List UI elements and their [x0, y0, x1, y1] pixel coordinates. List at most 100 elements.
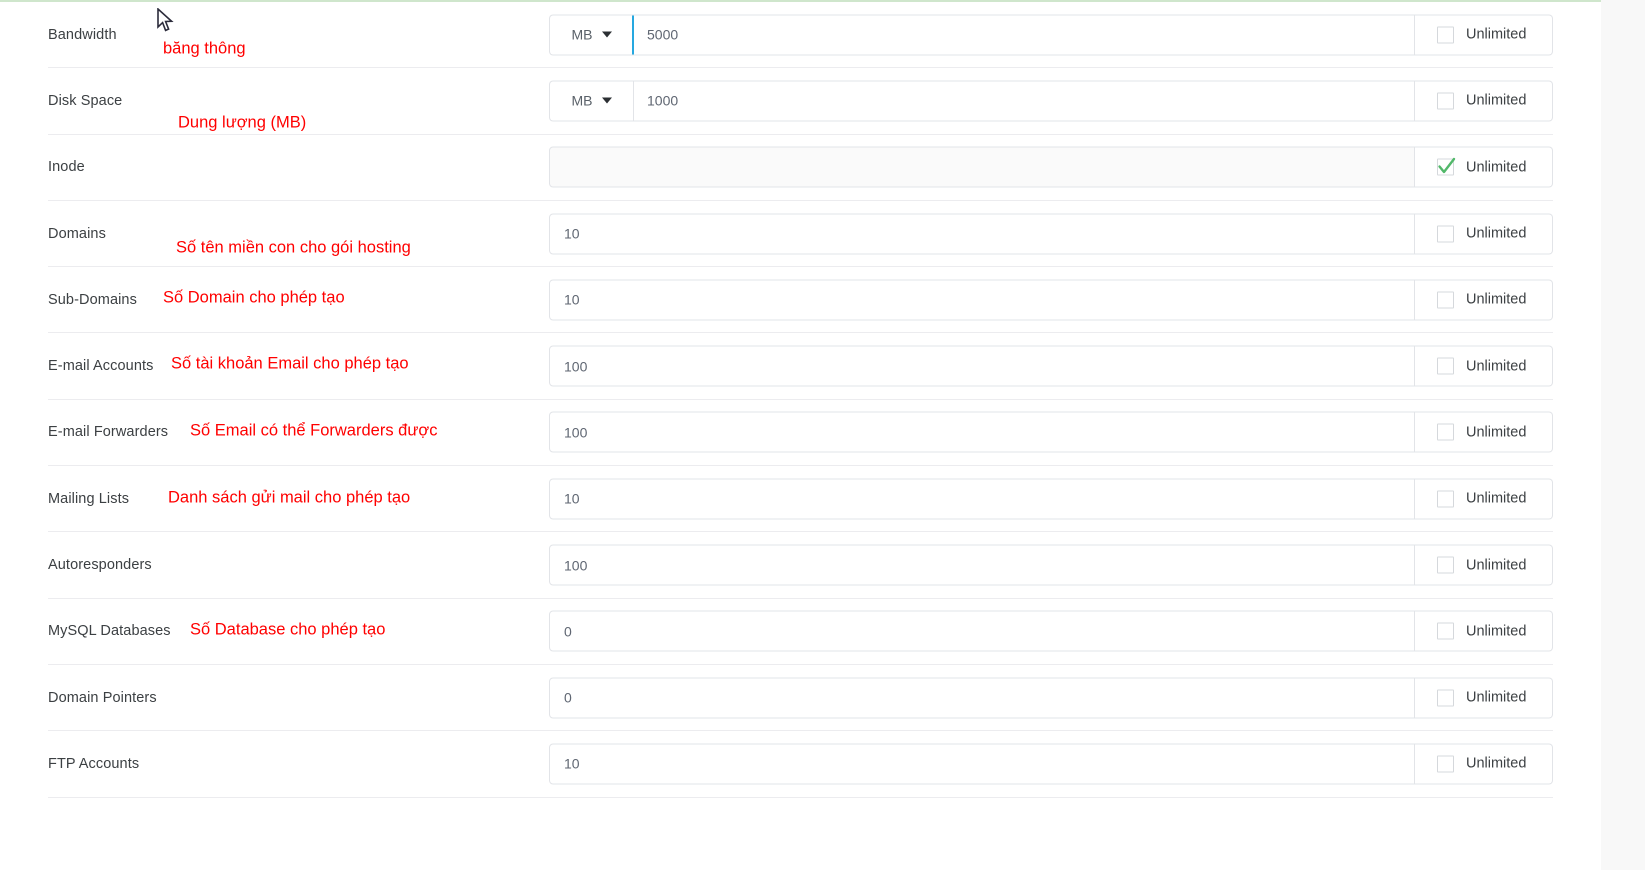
row-inner: E-mail Forwarders Số Email có thể Forward…	[48, 400, 1553, 465]
limit-row-bandwidth: Bandwidth băng thông MB Unlimited	[48, 2, 1553, 69]
control-group-autoresponders: Unlimited	[549, 544, 1553, 586]
control-group-ftp-accounts: Unlimited	[549, 743, 1553, 785]
checkbox-empty-icon[interactable]	[1437, 357, 1454, 375]
limit-row-mysql-databases: MySQL Databases Số Database cho phép tạo U…	[48, 599, 1553, 665]
row-inner: Disk Space Dung lượng (MB) MB Unlimited	[48, 68, 1553, 133]
checkbox-empty-icon[interactable]	[1437, 225, 1454, 243]
row-label-disk-space: Disk Space	[48, 92, 123, 109]
row-label-ftp-accounts: FTP Accounts	[48, 755, 140, 772]
control-group-inode: Unlimited	[549, 146, 1553, 188]
annotation-mysql-databases: Số Database cho phép tạo	[190, 620, 386, 639]
unit-select-value: MB	[571, 26, 593, 43]
value-input-autoresponders[interactable]	[549, 544, 1415, 586]
row-label-inode: Inode	[48, 159, 85, 176]
unlimited-label: Unlimited	[1466, 291, 1527, 308]
limit-row-domains: Domains Số tên miền con cho gói hosting Un…	[48, 201, 1553, 268]
unit-select-bandwidth[interactable]: MB	[549, 14, 634, 56]
row-label-domains: Domains	[48, 225, 106, 242]
value-input-email-accounts[interactable]	[549, 345, 1415, 387]
value-input-inode	[549, 146, 1415, 188]
vertical-scrollbar[interactable]	[1601, 0, 1645, 870]
limit-row-email-accounts: E-mail Accounts Số tài khoản Email cho ph…	[48, 333, 1553, 400]
unlimited-toggle-bandwidth[interactable]: Unlimited	[1415, 14, 1553, 56]
row-inner: Sub-Domains Số Domain cho phép tạo Unlimit…	[48, 267, 1553, 332]
checkbox-empty-icon[interactable]	[1437, 755, 1454, 773]
unlimited-label: Unlimited	[1466, 424, 1527, 441]
chevron-down-icon	[601, 97, 612, 104]
row-label-autoresponders: Autoresponders	[48, 557, 152, 574]
row-label-mailing-lists: Mailing Lists	[48, 490, 130, 507]
checkbox-empty-icon[interactable]	[1437, 26, 1454, 44]
value-input-disk-space[interactable]	[633, 80, 1415, 122]
value-input-mysql-databases[interactable]	[549, 610, 1415, 652]
unlimited-label: Unlimited	[1466, 623, 1527, 640]
unlimited-label: Unlimited	[1466, 225, 1527, 242]
checkbox-empty-icon[interactable]	[1437, 92, 1454, 110]
limit-row-autoresponders: Autoresponders Unlimited	[48, 532, 1553, 599]
value-input-email-forwarders[interactable]	[549, 411, 1415, 453]
value-input-bandwidth[interactable]	[633, 14, 1415, 56]
annotation-disk-space: Dung lượng (MB)	[178, 113, 307, 132]
control-group-domain-pointers: Unlimited	[549, 677, 1553, 719]
unlimited-toggle-email-accounts[interactable]: Unlimited	[1415, 345, 1553, 387]
row-inner: Mailing Lists Danh sách gửi mail cho phép…	[48, 466, 1553, 531]
value-input-ftp-accounts[interactable]	[549, 743, 1415, 785]
row-label-email-accounts: E-mail Accounts	[48, 358, 154, 375]
limit-row-mailing-lists: Mailing Lists Danh sách gửi mail cho phép…	[48, 466, 1553, 533]
unlimited-toggle-autoresponders[interactable]: Unlimited	[1415, 544, 1553, 586]
limit-row-sub-domains: Sub-Domains Số Domain cho phép tạo Unlimit…	[48, 267, 1553, 334]
checkbox-empty-icon[interactable]	[1437, 423, 1454, 441]
limit-row-inode: Inode Unlimited	[48, 135, 1553, 201]
annotation-bandwidth: băng thông	[163, 39, 246, 58]
checkbox-empty-icon[interactable]	[1437, 622, 1454, 640]
unlimited-label: Unlimited	[1466, 689, 1527, 706]
checkbox-empty-icon[interactable]	[1437, 556, 1454, 574]
unlimited-toggle-mysql-databases[interactable]: Unlimited	[1415, 610, 1553, 652]
checkbox-empty-icon[interactable]	[1437, 689, 1454, 707]
row-inner: Domains Số tên miền con cho gói hosting Un…	[48, 201, 1553, 266]
unit-select-disk-space[interactable]: MB	[549, 80, 634, 122]
row-label-sub-domains: Sub-Domains	[48, 291, 137, 308]
unlimited-toggle-ftp-accounts[interactable]: Unlimited	[1415, 743, 1553, 785]
row-label-email-forwarders: E-mail Forwarders	[48, 424, 169, 441]
control-group-mailing-lists: Unlimited	[549, 478, 1553, 520]
annotation-email-forwarders: Số Email có thể Forwarders được	[190, 421, 438, 440]
unlimited-label: Unlimited	[1466, 490, 1527, 507]
control-group-mysql-databases: Unlimited	[549, 610, 1553, 652]
control-group-email-forwarders: Unlimited	[549, 411, 1553, 453]
annotation-mailing-lists: Danh sách gửi mail cho phép tạo	[168, 488, 411, 507]
row-inner: FTP Accounts Unlimited	[48, 731, 1553, 796]
row-inner: MySQL Databases Số Database cho phép tạo U…	[48, 599, 1553, 664]
unlimited-toggle-inode[interactable]: Unlimited	[1415, 146, 1553, 188]
unlimited-label: Unlimited	[1466, 557, 1527, 574]
row-label-domain-pointers: Domain Pointers	[48, 689, 157, 706]
row-inner: Bandwidth băng thông MB Unlimited	[48, 2, 1553, 67]
value-input-sub-domains[interactable]	[549, 279, 1415, 321]
control-group-sub-domains: Unlimited	[549, 279, 1553, 321]
unlimited-label: Unlimited	[1466, 92, 1527, 109]
unlimited-toggle-disk-space[interactable]: Unlimited	[1415, 80, 1553, 122]
control-group-email-accounts: Unlimited	[549, 345, 1553, 387]
value-input-mailing-lists[interactable]	[549, 478, 1415, 520]
value-input-domains[interactable]	[549, 213, 1415, 255]
unlimited-toggle-domain-pointers[interactable]: Unlimited	[1415, 677, 1553, 719]
unlimited-toggle-mailing-lists[interactable]: Unlimited	[1415, 478, 1553, 520]
chevron-down-icon	[601, 31, 612, 38]
row-inner: E-mail Accounts Số tài khoản Email cho ph…	[48, 333, 1553, 398]
row-label-mysql-databases: MySQL Databases	[48, 623, 171, 640]
checkbox-empty-icon[interactable]	[1437, 291, 1454, 309]
limit-row-ftp-accounts: FTP Accounts Unlimited	[48, 731, 1553, 798]
unlimited-toggle-domains[interactable]: Unlimited	[1415, 213, 1553, 255]
checkbox-empty-icon[interactable]	[1437, 490, 1454, 508]
limit-row-domain-pointers: Domain Pointers Unlimited	[48, 665, 1553, 732]
unlimited-label: Unlimited	[1466, 26, 1527, 43]
unlimited-toggle-sub-domains[interactable]: Unlimited	[1415, 279, 1553, 321]
annotation-email-accounts: Số tài khoản Email cho phép tạo	[171, 354, 409, 373]
row-inner: Domain Pointers Unlimited	[48, 665, 1553, 730]
check-icon[interactable]	[1437, 158, 1456, 176]
control-group-disk-space: MB Unlimited	[549, 80, 1553, 122]
value-input-domain-pointers[interactable]	[549, 677, 1415, 719]
unlimited-toggle-email-forwarders[interactable]: Unlimited	[1415, 411, 1553, 453]
limit-row-email-forwarders: E-mail Forwarders Số Email có thể Forward…	[48, 400, 1553, 467]
annotation-domains: Số tên miền con cho gói hosting	[176, 238, 411, 257]
